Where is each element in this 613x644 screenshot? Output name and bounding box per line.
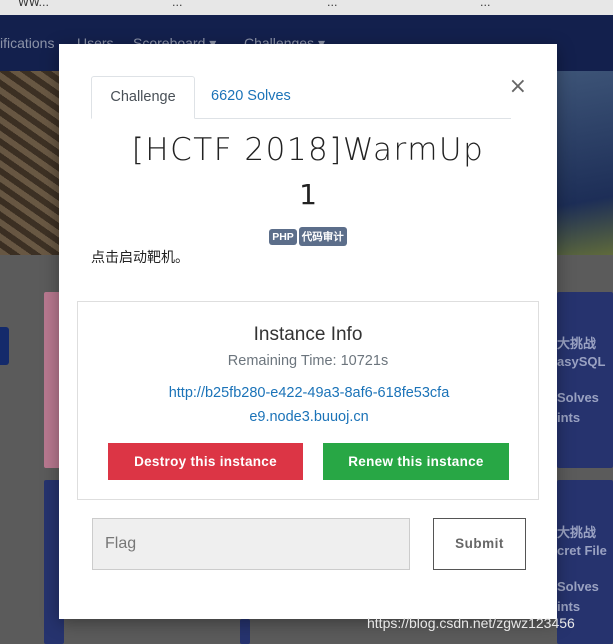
modal-tabs: Challenge 6620 Solves: [91, 76, 511, 119]
flag-input[interactable]: [92, 518, 410, 570]
challenge-title: [HCTF 2018]WarmUp: [131, 132, 485, 168]
card-text: ints: [557, 599, 581, 614]
challenge-description: 点击启动靶机。: [91, 250, 189, 266]
browser-tab-2[interactable]: ...: [172, 0, 183, 9]
card-text: Solves: [557, 579, 599, 594]
challenge-card-easysql[interactable]: [557, 292, 613, 468]
side-button[interactable]: [0, 327, 9, 365]
card-text: Solves: [557, 390, 599, 405]
hero-image-left: [0, 71, 60, 255]
challenge-card-bottom[interactable]: [240, 619, 250, 644]
tag-badge: 代码审计: [298, 227, 347, 246]
browser-tab-1[interactable]: WW...: [18, 0, 49, 9]
card-text: cret File: [557, 543, 607, 558]
close-icon[interactable]: ×: [509, 76, 527, 98]
instance-info-title: Instance Info: [253, 324, 363, 345]
tab-challenge[interactable]: Challenge: [91, 76, 195, 119]
submit-button[interactable]: Submit: [433, 518, 526, 570]
card-text: asySQL: [557, 354, 606, 369]
challenge-value: 1: [299, 178, 317, 211]
instance-url-link[interactable]: http://b25fb280-e422-49a3-8af6-618fe53cf…: [168, 381, 450, 429]
browser-tab-3[interactable]: ...: [327, 0, 338, 9]
tag-badge: PHP: [269, 229, 297, 245]
card-text: 大挑战: [557, 525, 597, 540]
challenge-modal: Challenge 6620 Solves × [HCTF 2018]WarmU…: [59, 44, 557, 619]
renew-instance-button[interactable]: Renew this instance: [323, 443, 509, 480]
instance-info-panel: Instance Info Remaining Time: 10721s htt…: [77, 301, 539, 500]
challenge-tags: PHP 代码审计: [59, 227, 557, 246]
browser-tab-bar: WW... ... ... ...: [0, 0, 613, 15]
browser-tab-4[interactable]: ...: [480, 0, 491, 9]
destroy-instance-button[interactable]: Destroy this instance: [108, 443, 303, 480]
card-text: ints: [557, 410, 581, 425]
watermark-text: https://blog.csdn.net/zgwz123456: [367, 615, 575, 631]
remaining-time: Remaining Time: 10721s: [227, 353, 389, 369]
tab-solves[interactable]: 6620 Solves: [195, 76, 307, 116]
nav-notifications[interactable]: ifications: [0, 35, 54, 51]
card-text: 大挑战: [557, 336, 597, 351]
hero-image-right: [553, 71, 613, 255]
